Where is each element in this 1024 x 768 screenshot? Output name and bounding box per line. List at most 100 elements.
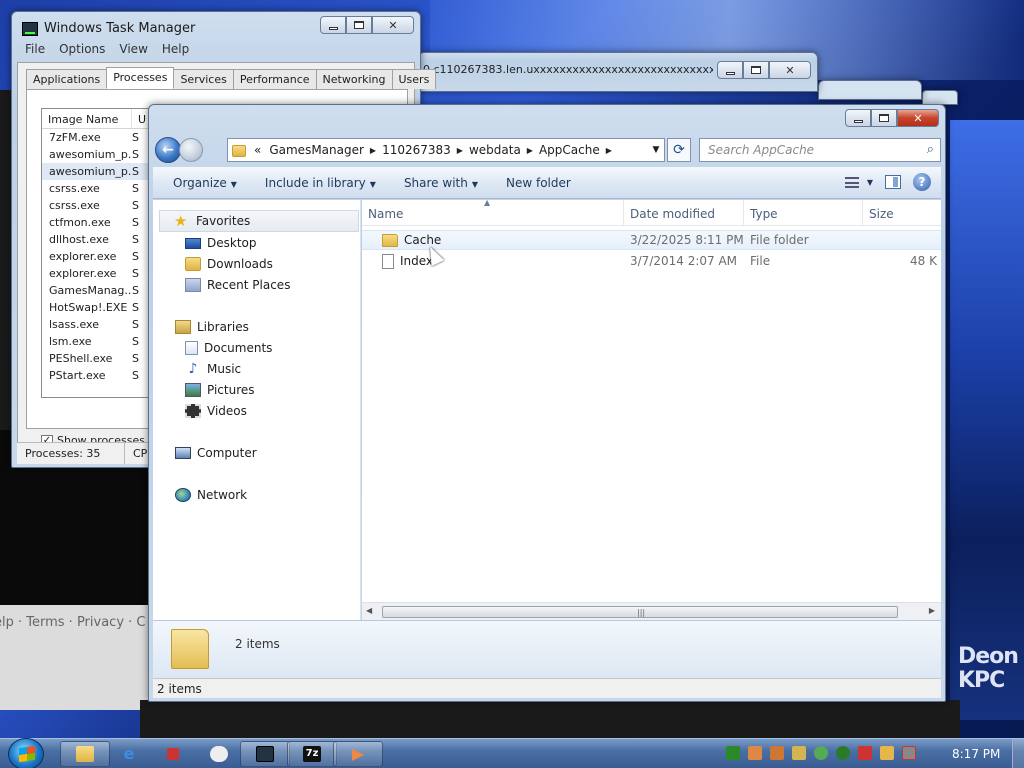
- search-icon[interactable]: ⌕: [927, 142, 934, 157]
- tab-applications[interactable]: Applications: [26, 69, 108, 89]
- nav-desktop[interactable]: Desktop: [185, 236, 257, 250]
- file-row[interactable]: Index 3/7/2014 2:07 AM File 48 K: [362, 251, 941, 271]
- include-in-library-button[interactable]: Include in library ▼: [265, 176, 376, 190]
- nav-libraries[interactable]: Libraries: [175, 320, 249, 334]
- file-row[interactable]: Cache 3/22/2025 8:11 PM File folder: [362, 230, 941, 250]
- scroll-left-icon[interactable]: ◀: [366, 606, 372, 615]
- tab-processes[interactable]: Processes: [106, 67, 175, 89]
- file-type: File: [750, 254, 771, 268]
- 7zip-icon: 7z: [303, 746, 321, 762]
- menu-file[interactable]: File: [25, 42, 45, 56]
- nav-network[interactable]: Network: [175, 488, 247, 502]
- preview-pane-icon[interactable]: [885, 175, 901, 189]
- close-button[interactable]: ✕: [372, 16, 414, 34]
- background-window[interactable]: [818, 80, 922, 100]
- taskbar-internet-explorer[interactable]: e: [104, 741, 154, 767]
- tray-app-icon[interactable]: [748, 746, 762, 760]
- forward-button[interactable]: [179, 138, 203, 162]
- tray-app-icon[interactable]: [792, 746, 806, 760]
- show-desktop-button[interactable]: [1012, 739, 1024, 768]
- taskbar-task-manager[interactable]: [240, 741, 290, 767]
- tab-performance[interactable]: Performance: [232, 69, 317, 89]
- taskbar-app[interactable]: [194, 741, 244, 767]
- nav-music[interactable]: ♪ Music: [185, 362, 242, 376]
- play-icon[interactable]: [836, 746, 850, 760]
- back-button[interactable]: ←: [155, 137, 181, 163]
- folder-icon: [171, 629, 209, 669]
- taskbar-explorer[interactable]: [60, 741, 110, 767]
- process-name: 7zFM.exe: [49, 131, 101, 144]
- address-dropdown-icon[interactable]: ▼: [648, 145, 664, 155]
- tray-app-icon[interactable]: [814, 746, 828, 760]
- breadcrumb-overflow[interactable]: «: [250, 143, 265, 157]
- address-bar[interactable]: « GamesManager ▶ 110267383 ▶ webdata ▶ A…: [227, 138, 665, 162]
- nav-downloads[interactable]: Downloads: [185, 257, 273, 271]
- breadcrumb-appcache[interactable]: AppCache: [535, 143, 604, 157]
- tray-app-icon[interactable]: [880, 746, 894, 760]
- minimize-button[interactable]: [717, 61, 743, 79]
- window-title: Windows Task Manager: [44, 21, 196, 36]
- star-icon: ★: [174, 212, 188, 230]
- taskbar-7zip[interactable]: 7z: [287, 741, 337, 767]
- search-input[interactable]: Search AppCache ⌕: [699, 138, 941, 162]
- nav-pictures[interactable]: Pictures: [185, 383, 255, 397]
- process-name: csrss.exe: [49, 182, 100, 195]
- scroll-thumb[interactable]: |||: [382, 606, 898, 618]
- start-button[interactable]: [8, 738, 44, 768]
- status-processes: Processes: 35: [17, 443, 125, 464]
- tab-services[interactable]: Services: [173, 69, 234, 89]
- browser-window[interactable]: 0.c110267383.len.uxxxxxxxxxxxxxxxxxxxxxx…: [418, 52, 818, 92]
- refresh-button[interactable]: ⟳: [667, 138, 691, 162]
- nav-videos[interactable]: Videos: [185, 404, 247, 418]
- close-button[interactable]: ✕: [769, 61, 811, 79]
- chevron-right-icon[interactable]: ▶: [455, 146, 465, 155]
- maximize-button[interactable]: [871, 109, 897, 127]
- column-name[interactable]: Name ▲: [362, 200, 624, 225]
- nav-favorites[interactable]: ★ Favorites: [159, 210, 359, 232]
- column-size[interactable]: Size: [863, 200, 941, 225]
- taskbar-app[interactable]: [148, 741, 198, 767]
- maximize-button[interactable]: [743, 61, 769, 79]
- close-button[interactable]: ✕: [897, 109, 939, 127]
- file-list[interactable]: Name ▲ Date modified Type Size Cache 3/22…: [362, 200, 941, 620]
- tab-strip: Applications Processes Services Performa…: [26, 67, 437, 89]
- speaker-muted-icon[interactable]: [902, 746, 916, 760]
- new-folder-button[interactable]: New folder: [506, 176, 571, 190]
- tray-app-icon[interactable]: [770, 746, 784, 760]
- tray-app-icon[interactable]: [858, 746, 872, 760]
- scroll-right-icon[interactable]: ▶: [929, 606, 935, 615]
- menu-view[interactable]: View: [119, 42, 147, 56]
- tray-app-icon[interactable]: [726, 746, 740, 760]
- horizontal-scrollbar[interactable]: ◀ ||| ▶: [362, 602, 941, 620]
- chevron-right-icon[interactable]: ▶: [368, 146, 378, 155]
- breadcrumb-gamesmanager[interactable]: GamesManager: [265, 143, 368, 157]
- breadcrumb-webdata[interactable]: webdata: [465, 143, 525, 157]
- column-image-name[interactable]: Image Name: [42, 109, 132, 128]
- change-view-button[interactable]: ▼: [844, 176, 873, 188]
- minimize-button[interactable]: [320, 16, 346, 34]
- tab-networking[interactable]: Networking: [315, 69, 393, 89]
- nav-documents[interactable]: Documents: [185, 341, 272, 355]
- tab-users[interactable]: Users: [391, 69, 437, 89]
- column-date-modified[interactable]: Date modified: [624, 200, 744, 225]
- minimize-button[interactable]: [845, 109, 871, 127]
- share-with-button[interactable]: Share with ▼: [404, 176, 478, 190]
- menu-options[interactable]: Options: [59, 42, 105, 56]
- libraries-icon: [175, 320, 191, 334]
- menu-help[interactable]: Help: [162, 42, 189, 56]
- maximize-button[interactable]: [346, 16, 372, 34]
- background-window[interactable]: [922, 90, 958, 105]
- clock[interactable]: 8:17 PM: [952, 747, 1000, 761]
- taskbar-media-player[interactable]: ▶: [333, 741, 383, 767]
- explorer-window[interactable]: ✕ ← « GamesManager ▶ 110267383 ▶ webdata…: [148, 104, 946, 702]
- nav-computer[interactable]: Computer: [175, 446, 257, 460]
- chevron-right-icon[interactable]: ▶: [604, 146, 614, 155]
- chevron-right-icon[interactable]: ▶: [525, 146, 535, 155]
- help-icon[interactable]: ?: [913, 173, 931, 191]
- file-icon: [382, 253, 394, 269]
- nav-recent-places[interactable]: Recent Places: [185, 278, 290, 292]
- breadcrumb-110267383[interactable]: 110267383: [378, 143, 455, 157]
- taskbar: e 7z ▶ 8:17 PM: [0, 738, 1024, 768]
- column-type[interactable]: Type: [744, 200, 863, 225]
- organize-button[interactable]: Organize ▼: [173, 176, 237, 190]
